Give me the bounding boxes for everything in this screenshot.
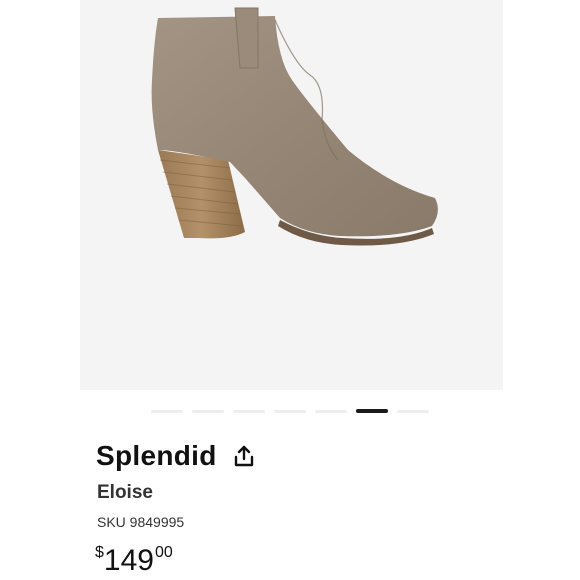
price-whole: 149: [103, 544, 154, 577]
price-currency: $: [95, 544, 104, 561]
ankle-boot-image: [151, 7, 438, 246]
carousel-dot[interactable]: [192, 410, 224, 413]
product-price: $ 149 00: [95, 544, 173, 580]
left-margin: [0, 0, 80, 580]
carousel-dot[interactable]: [315, 410, 347, 413]
brand-row: Splendid: [96, 438, 255, 474]
carousel-indicator[interactable]: [80, 400, 503, 420]
product-sku: SKU 9849995: [97, 514, 185, 530]
right-margin: [503, 0, 580, 580]
share-icon[interactable]: [233, 444, 255, 468]
brand-name[interactable]: Splendid: [96, 440, 217, 472]
price-cents: 00: [154, 544, 173, 561]
carousel-dot[interactable]: [397, 410, 429, 413]
product-model: Eloise: [97, 482, 153, 503]
product-image[interactable]: [80, 0, 503, 390]
carousel-dot[interactable]: [274, 410, 306, 413]
carousel-dot[interactable]: [151, 410, 183, 413]
carousel-dot[interactable]: [233, 410, 265, 413]
product-card: Splendid Eloise SKU 9849995 $ 149 00: [80, 0, 503, 580]
carousel-dot-active[interactable]: [356, 409, 388, 413]
